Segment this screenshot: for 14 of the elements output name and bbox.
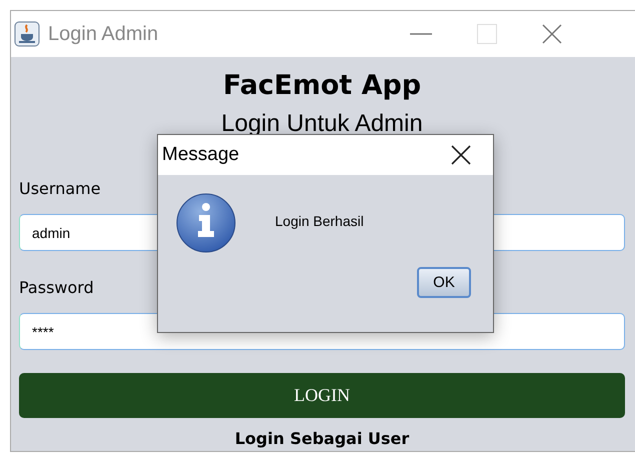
field-label: Username <box>19 179 101 200</box>
close-icon[interactable] <box>451 145 471 165</box>
user-login-link[interactable]: Login Sebagai User <box>234 429 410 448</box>
login-button[interactable]: LOGIN <box>19 373 625 418</box>
dialog-title: Message <box>162 144 240 166</box>
coffee-cup-icon <box>14 21 40 47</box>
dialog-message: Login Berhasil <box>275 212 364 228</box>
info-icon <box>176 193 236 253</box>
window-title: Login Admin <box>48 22 158 46</box>
field-label: Password <box>19 278 94 299</box>
minimize-icon[interactable] <box>410 33 432 35</box>
app-title: FacEmot App <box>222 70 422 103</box>
subtitle: Login Untuk Admin <box>220 110 424 138</box>
ok-button[interactable]: OK <box>417 267 471 298</box>
